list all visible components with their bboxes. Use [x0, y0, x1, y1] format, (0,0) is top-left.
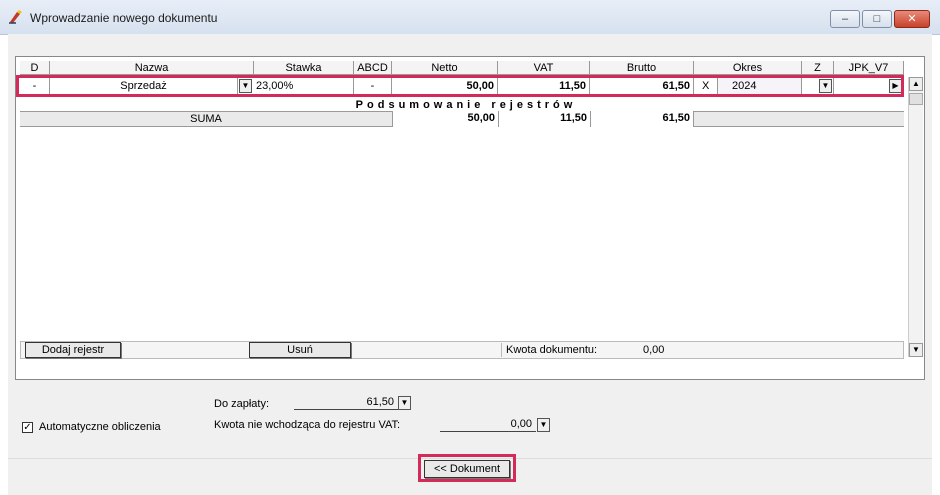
app-icon: [9, 10, 22, 24]
close-button[interactable]: ✕: [894, 10, 930, 28]
header-abcd: ABCD: [354, 61, 392, 75]
header-stawka: Stawka: [254, 61, 354, 75]
document-amount-label: Kwota dokumentu:: [501, 343, 704, 357]
scroll-down-icon[interactable]: ▼: [909, 343, 923, 357]
header-d: D: [20, 61, 50, 75]
auto-calc-label: Automatyczne obliczenia: [39, 421, 161, 433]
scroll-thumb[interactable]: [909, 93, 923, 105]
row-highlight: [16, 75, 904, 97]
do-zaplaty-field[interactable]: 61,50: [294, 395, 398, 410]
auto-calc-checkbox[interactable]: ✓: [22, 422, 33, 433]
kwota-nie-field[interactable]: 0,00: [440, 417, 536, 432]
do-zaplaty-dropdown-icon[interactable]: ▼: [398, 396, 411, 410]
sum-netto: 50,00: [392, 111, 498, 127]
sum-label: SUMA: [190, 113, 222, 125]
window-client: D Nazwa Stawka ABCD Netto VAT Brutto Okr…: [8, 34, 932, 495]
kwota-nie-dropdown-icon[interactable]: ▼: [537, 418, 550, 432]
title-bar: Wprowadzanie nowego dokumentu – □ ✕: [0, 0, 940, 35]
scroll-up-icon[interactable]: ▲: [909, 77, 923, 91]
header-jpk: JPK_V7: [834, 61, 904, 75]
sum-brutto: 61,50: [590, 111, 694, 127]
sum-vat: 11,50: [498, 111, 590, 127]
header-nazwa: Nazwa: [50, 61, 254, 75]
remove-button[interactable]: Usuń: [249, 342, 351, 358]
vertical-scrollbar[interactable]: ▲ ▼: [908, 77, 923, 357]
add-register-button[interactable]: Dodaj rejestr: [25, 342, 121, 358]
document-amount-value: 0,00: [643, 344, 665, 356]
maximize-button[interactable]: □: [862, 10, 892, 28]
header-netto: Netto: [392, 61, 498, 75]
summary-title: Podsumowanie rejestrów: [355, 99, 577, 111]
minimize-button[interactable]: –: [830, 10, 860, 28]
kwota-nie-label: Kwota nie wchodząca do rejestru VAT:: [214, 419, 401, 431]
header-vat: VAT: [498, 61, 590, 75]
header-brutto: Brutto: [590, 61, 694, 75]
window-title: Wprowadzanie nowego dokumentu: [30, 11, 218, 25]
grid-footer: Dodaj rejestr Usuń Kwota dokumentu: 0,00: [20, 341, 904, 359]
header-okres: Okres: [694, 61, 802, 75]
header-z: Z: [802, 61, 834, 75]
register-grid: D Nazwa Stawka ABCD Netto VAT Brutto Okr…: [15, 56, 925, 380]
dokument-highlight: [418, 454, 516, 482]
do-zaplaty-label: Do zapłaty:: [214, 398, 270, 410]
